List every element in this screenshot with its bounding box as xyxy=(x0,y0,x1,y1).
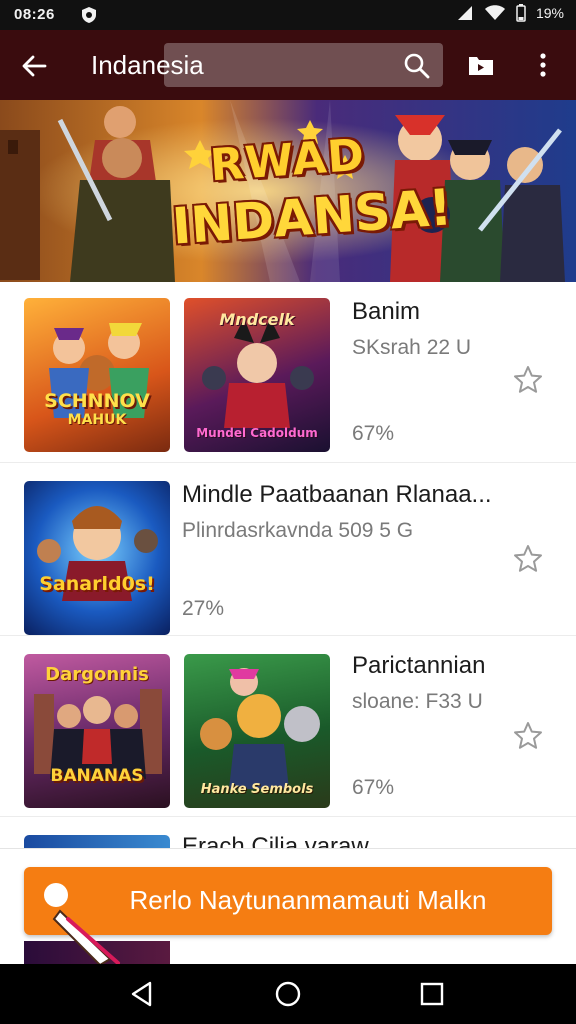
thumbnail[interactable]: Mndcelk Mundel Cadoldum xyxy=(184,298,330,452)
item-subtitle: Plinrdasrkavnda 509 5 G xyxy=(182,519,414,542)
search-icon[interactable] xyxy=(401,50,433,82)
item-percent: 27% xyxy=(182,597,225,620)
thumbnail-peek xyxy=(24,941,170,965)
more-options-button[interactable] xyxy=(526,48,560,82)
thumbnail[interactable] xyxy=(24,835,170,848)
thumbnail-title: Dargonnis xyxy=(45,664,149,685)
hero-banner[interactable]: RWAD INDANSA! xyxy=(0,100,576,282)
thumbnail-caption: Mundel Cadoldum xyxy=(196,426,318,440)
thumbnail-title: Mndcelk xyxy=(219,310,295,329)
page-title: Indanesia xyxy=(91,50,204,80)
battery-percent: 19% xyxy=(535,5,564,21)
thumbnail-title: Sanarld0s! xyxy=(39,573,155,595)
nav-recents-icon[interactable] xyxy=(416,978,448,1010)
list-item[interactable]: Dargonnis BANANAS Hanke Sembols Parictan… xyxy=(0,636,576,816)
thumbnail-title: SCHNNOV xyxy=(44,390,150,412)
list-item[interactable]: SCHNNOV MAHUK Mndcelk Mundel Cadoldum Ba… xyxy=(0,282,576,462)
item-title: Parictannian xyxy=(352,652,486,679)
star-icon[interactable] xyxy=(512,543,544,575)
results-list: SCHNNOV MAHUK Mndcelk Mundel Cadoldum Ba… xyxy=(0,282,576,848)
thumbnail-caption: Hanke Sembols xyxy=(200,782,314,797)
app-bar: Indanesia xyxy=(0,30,576,100)
item-subtitle: sloane: F33 U xyxy=(352,690,483,713)
item-percent: 67% xyxy=(352,776,395,799)
item-subtitle: SKsrah 22 U xyxy=(352,336,472,359)
banner-title-line1: RWAD xyxy=(208,129,367,192)
thumbnail-art xyxy=(49,323,149,418)
bottom-action-area: Rerlo Naytunanmamauti Malkn xyxy=(0,848,576,967)
item-title: Erach Cilia varaw xyxy=(182,833,369,848)
shield-icon xyxy=(82,7,96,23)
item-title: Banim xyxy=(352,298,421,325)
primary-action-button[interactable]: Rerlo Naytunanmamauti Malkn xyxy=(24,867,552,935)
more-vert-icon xyxy=(540,53,546,77)
status-bar: 08:26 19% xyxy=(0,0,576,30)
system-nav-bar xyxy=(0,964,576,1024)
battery-icon xyxy=(516,4,526,22)
signal-icon xyxy=(457,6,472,20)
cast-icon xyxy=(469,57,493,75)
thumbnail[interactable]: SCHNNOV MAHUK xyxy=(24,298,170,452)
list-item[interactable]: Erach Cilia varaw xyxy=(0,817,576,848)
back-button[interactable] xyxy=(14,46,54,86)
list-item[interactable]: Sanarld0s! Mindle Paatbaanan Rlanaa... P… xyxy=(0,463,576,635)
cast-button[interactable] xyxy=(464,49,498,83)
star-icon[interactable] xyxy=(512,720,544,752)
thumbnail[interactable]: Dargonnis BANANAS xyxy=(24,654,170,808)
star-icon[interactable] xyxy=(512,364,544,396)
nav-back-icon[interactable] xyxy=(126,978,158,1010)
nav-home-icon[interactable] xyxy=(272,978,304,1010)
back-arrow-icon xyxy=(22,55,47,77)
item-title: Mindle Paatbaanan Rlanaa... xyxy=(182,481,492,508)
status-icons: 19% xyxy=(456,4,564,22)
wifi-icon xyxy=(484,5,505,20)
thumbnail[interactable]: Hanke Sembols xyxy=(184,654,330,808)
thumbnail-art xyxy=(37,506,158,601)
thumbnail-subtitle: MAHUK xyxy=(67,412,127,428)
status-time: 08:26 xyxy=(14,6,55,23)
thumbnail-subtitle: BANANAS xyxy=(50,766,144,786)
thumbnail[interactable]: Sanarld0s! xyxy=(24,481,170,635)
item-percent: 67% xyxy=(352,422,395,445)
